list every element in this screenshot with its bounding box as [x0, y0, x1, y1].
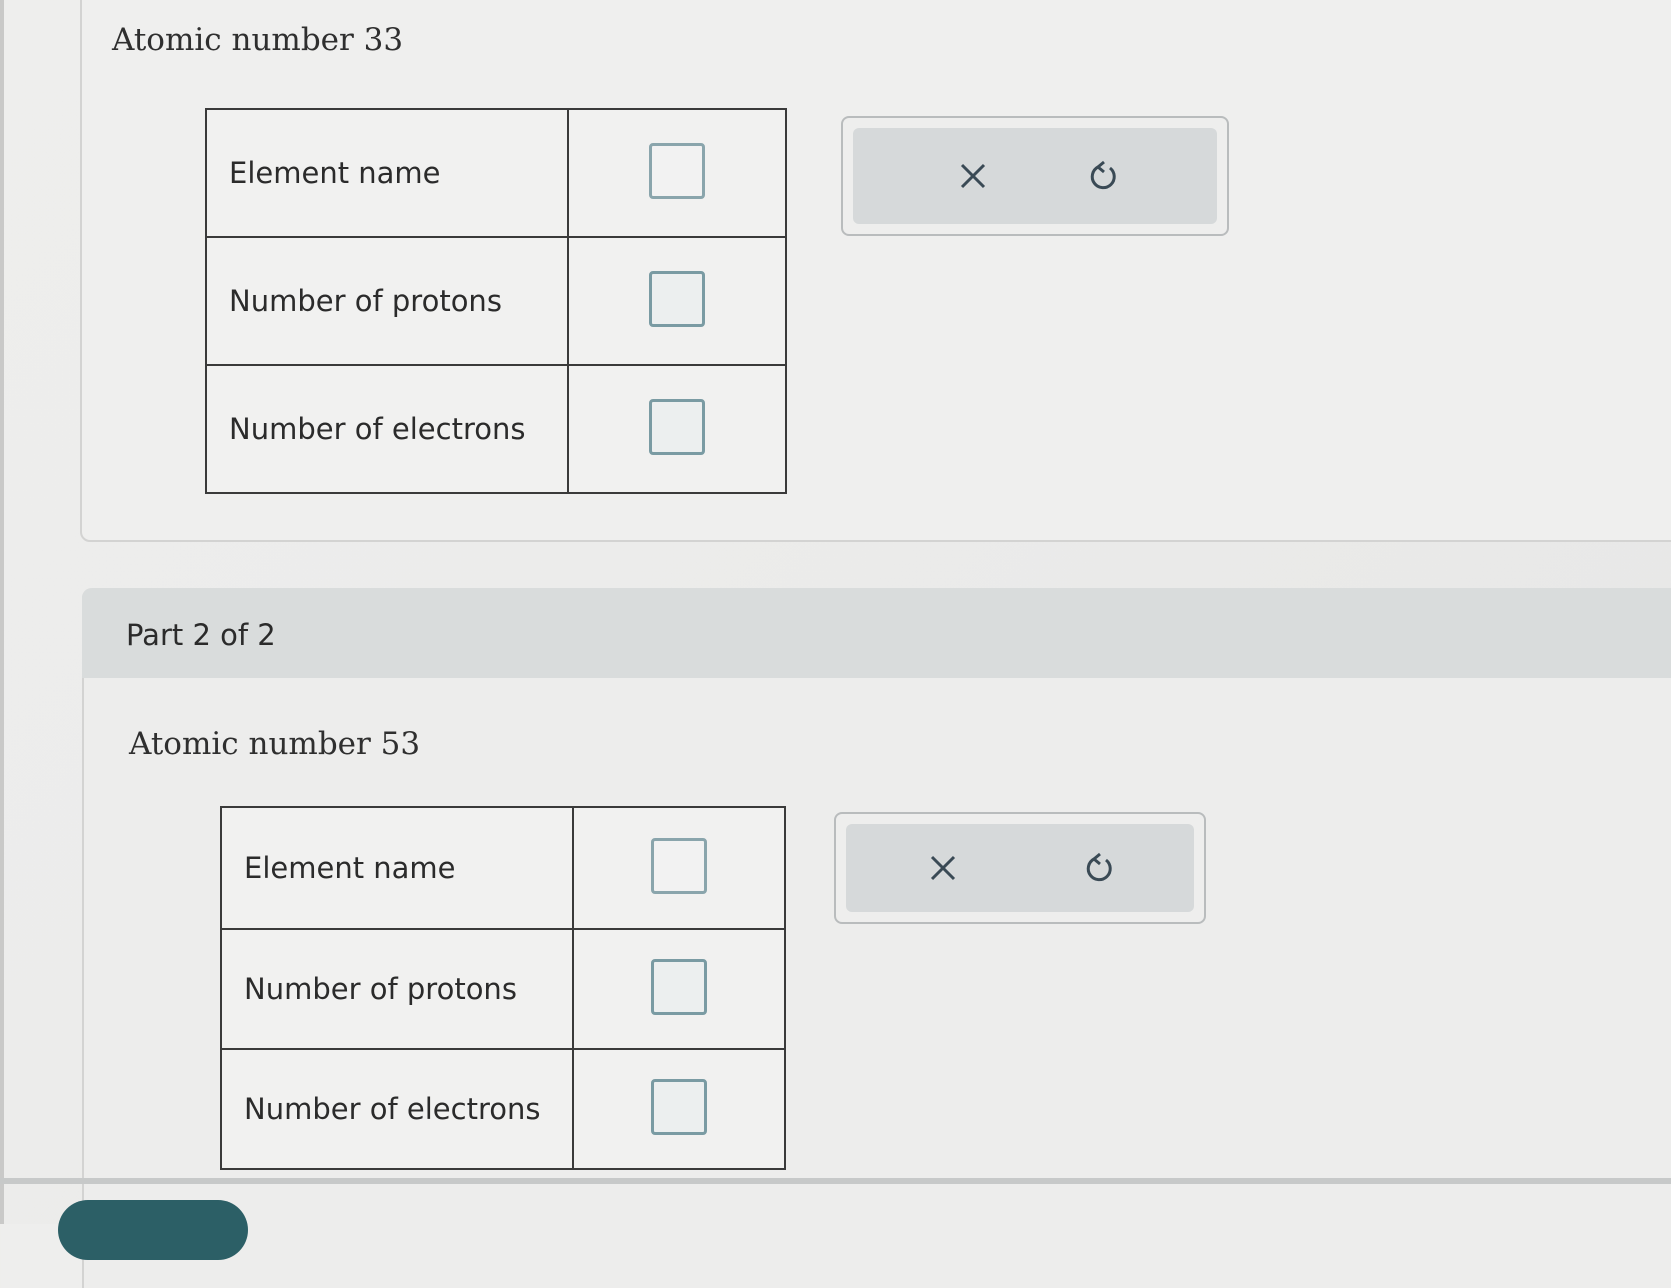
window-edge — [0, 0, 4, 1224]
protons-label: Number of protons — [205, 236, 569, 366]
part-2-answer-table: Element name Number of protons Number of… — [220, 806, 786, 1170]
part-label: Part 2 of 2 — [126, 618, 276, 652]
undo-icon — [1086, 852, 1112, 882]
table-row: Number of electrons — [205, 364, 787, 494]
table-row: Number of electrons — [220, 1048, 786, 1170]
protons-input[interactable] — [651, 959, 707, 1015]
element-name-input[interactable] — [649, 143, 705, 199]
table-row: Number of protons — [220, 928, 786, 1050]
part-1-question-title: Atomic number 33 — [112, 22, 404, 58]
protons-label: Number of protons — [220, 928, 574, 1050]
electrons-input[interactable] — [651, 1079, 707, 1135]
table-row: Number of protons — [205, 236, 787, 366]
close-icon — [931, 855, 956, 881]
part-1-answer-table: Element name Number of protons Number of… — [205, 108, 787, 494]
element-name-label: Element name — [220, 806, 574, 930]
electrons-input[interactable] — [649, 399, 705, 455]
part-2-answer-toolbar — [834, 812, 1206, 924]
reset-button[interactable] — [1078, 846, 1122, 890]
check-answer-button[interactable] — [58, 1200, 248, 1260]
part-2-header: Part 2 of 2 — [82, 588, 1671, 678]
close-icon — [961, 163, 986, 189]
footer-divider — [0, 1178, 1671, 1184]
clear-button[interactable] — [921, 846, 965, 890]
clear-button[interactable] — [951, 154, 995, 198]
element-name-label: Element name — [205, 108, 569, 238]
part-1-answer-toolbar — [841, 116, 1229, 236]
electrons-label: Number of electrons — [205, 364, 569, 494]
undo-icon — [1090, 160, 1116, 190]
part-2-question-title: Atomic number 53 — [129, 726, 421, 762]
electrons-label: Number of electrons — [220, 1048, 574, 1170]
table-row: Element name — [220, 806, 786, 930]
element-name-input[interactable] — [651, 838, 707, 894]
reset-button[interactable] — [1082, 154, 1126, 198]
protons-input[interactable] — [649, 271, 705, 327]
table-row: Element name — [205, 108, 787, 238]
